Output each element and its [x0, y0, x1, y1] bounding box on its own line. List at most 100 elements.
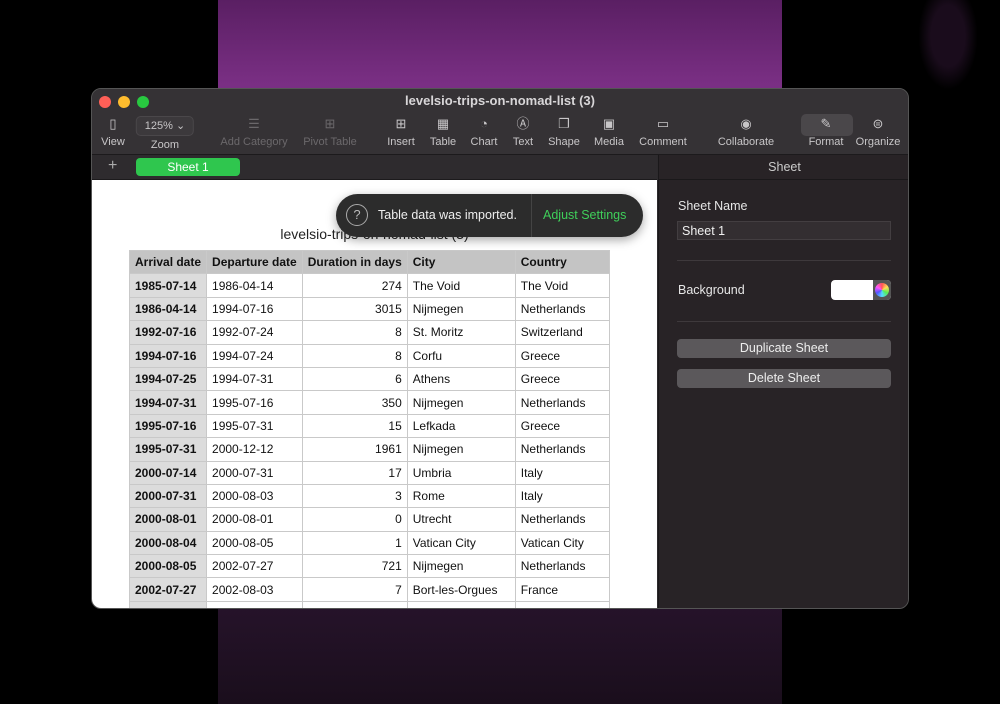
text-button[interactable]: Ⓐ Text [513, 115, 533, 148]
table-cell[interactable]: 2000-08-05 [128, 554, 208, 579]
table-cell[interactable] [406, 600, 516, 608]
table-cell[interactable]: 17 [301, 460, 408, 485]
table-cell[interactable]: Vatican City [514, 530, 610, 556]
table-cell[interactable]: 1994-07-16 [128, 343, 208, 368]
table-cell[interactable]: 2000-07-31 [128, 483, 208, 509]
table-cell[interactable]: Italy [514, 460, 610, 485]
table-cell[interactable]: St. Moritz [406, 320, 516, 345]
column-header[interactable]: Duration in days [301, 249, 408, 275]
table-cell[interactable]: Rome [406, 483, 516, 509]
comment-button[interactable]: ▭ Comment [639, 115, 687, 148]
table-cell[interactable]: 1994-07-31 [206, 366, 303, 392]
format-button[interactable]: ✎ Format [809, 115, 844, 148]
help-icon[interactable]: ? [346, 204, 368, 226]
color-wheel-icon[interactable] [875, 283, 889, 297]
table-cell[interactable]: Bort-les-Orgues [406, 577, 516, 602]
table-cell[interactable]: 1995-07-16 [206, 390, 303, 415]
table-cell[interactable]: 1 [301, 530, 408, 556]
table-cell[interactable]: Umbria [406, 460, 516, 485]
table-cell[interactable]: 2000-08-04 [128, 530, 208, 556]
chart-button[interactable]: ◔ Chart [471, 115, 498, 148]
zoom-button[interactable]: 125% ⌄ Zoom [135, 116, 195, 151]
media-button[interactable]: ▣ Media [594, 115, 624, 148]
table-cell[interactable]: 1961 [301, 437, 408, 462]
table-cell[interactable] [301, 600, 408, 608]
table-cell[interactable]: The Void [514, 273, 610, 298]
table-cell[interactable]: Lefkada [406, 413, 516, 439]
table-cell[interactable]: Switzerland [514, 320, 610, 345]
add-sheet-button[interactable]: + [108, 157, 117, 175]
table-cell[interactable]: 15 [301, 413, 408, 439]
table-cell[interactable]: 2000-08-05 [206, 530, 303, 556]
table-cell[interactable]: Greece [514, 413, 610, 439]
table-cell[interactable]: 2002-07-27 [128, 577, 208, 602]
sheet-name-input[interactable] [677, 221, 891, 240]
table-cell[interactable]: 1992-07-16 [128, 320, 208, 345]
table-cell[interactable]: 1992-07-24 [206, 320, 303, 345]
table-cell[interactable]: Netherlands [514, 296, 610, 322]
table-cell[interactable]: The Void [406, 273, 516, 298]
table-cell[interactable]: 1986-04-14 [206, 273, 303, 298]
table-cell[interactable] [206, 600, 303, 608]
table-cell[interactable]: Greece [514, 366, 610, 392]
table-button[interactable]: ▦ Table [430, 115, 456, 148]
table-cell[interactable]: Corfu [406, 343, 516, 368]
table-cell[interactable]: Netherlands [514, 554, 610, 579]
table-cell[interactable]: 2002-07-27 [206, 554, 303, 579]
table-cell[interactable]: 3015 [301, 296, 408, 322]
table-cell[interactable]: 1995-07-16 [128, 413, 208, 439]
background-color-well[interactable] [831, 280, 891, 300]
table-cell[interactable]: 2000-08-03 [206, 483, 303, 509]
zoom-select[interactable]: 125% ⌄ [135, 116, 195, 136]
duplicate-sheet-button[interactable]: Duplicate Sheet [677, 339, 891, 358]
table-cell[interactable]: 2002-08-03 [206, 577, 303, 602]
table-cell[interactable]: Netherlands [514, 437, 610, 462]
table-cell[interactable]: Netherlands [514, 390, 610, 415]
table-cell[interactable]: 1994-07-31 [128, 390, 208, 415]
table-cell[interactable]: 721 [301, 554, 408, 579]
table-cell[interactable]: 350 [301, 390, 408, 415]
add-category-button[interactable]: ☰ Add Category [220, 115, 287, 148]
table-cell[interactable]: Italy [514, 483, 610, 509]
column-header[interactable]: Arrival date [128, 249, 208, 275]
column-header[interactable]: Departure date [206, 249, 303, 275]
tab-sheet-1[interactable]: Sheet 1 [136, 158, 240, 176]
table-cell[interactable] [514, 600, 610, 608]
collaborate-button[interactable]: ◉ Collaborate [718, 115, 774, 148]
table-cell[interactable]: France [514, 577, 610, 602]
insert-button[interactable]: ⊞ Insert [387, 115, 415, 148]
shape-button[interactable]: ❐ Shape [548, 115, 580, 148]
table-cell[interactable]: 1986-04-14 [128, 296, 208, 322]
table-cell[interactable]: 2000-08-01 [206, 507, 303, 532]
table-cell[interactable]: Netherlands [514, 507, 610, 532]
table-cell[interactable]: 3 [301, 483, 408, 509]
table-cell[interactable]: 1995-07-31 [128, 437, 208, 462]
table-cell[interactable]: 2000-12-12 [206, 437, 303, 462]
table-cell[interactable]: 1995-07-31 [206, 413, 303, 439]
table-cell[interactable]: Greece [514, 343, 610, 368]
adjust-settings-button[interactable]: Adjust Settings [543, 208, 626, 222]
column-header[interactable]: City [406, 249, 516, 275]
table-cell[interactable]: Nijmegen [406, 390, 516, 415]
table-cell[interactable]: Athens [406, 366, 516, 392]
view-button[interactable]: ▯ View [101, 115, 125, 148]
table-cell[interactable]: Nijmegen [406, 296, 516, 322]
table-cell[interactable]: 2000-08-01 [128, 507, 208, 532]
table-cell[interactable]: Utrecht [406, 507, 516, 532]
table-cell[interactable]: 2000-07-14 [128, 460, 208, 485]
table-cell[interactable]: 1994-07-25 [128, 366, 208, 392]
table-cell[interactable]: 0 [301, 507, 408, 532]
table-cell[interactable]: 7 [301, 577, 408, 602]
table-cell[interactable]: 8 [301, 343, 408, 368]
organize-button[interactable]: ⊜ Organize [856, 115, 901, 148]
table-cell[interactable]: 1985-07-14 [128, 273, 208, 298]
table-cell[interactable]: 1994-07-16 [206, 296, 303, 322]
table-cell[interactable] [128, 600, 208, 608]
pivot-table-button[interactable]: ⊞ Pivot Table [303, 115, 357, 148]
table-cell[interactable]: 8 [301, 320, 408, 345]
table-cell[interactable]: 1994-07-24 [206, 343, 303, 368]
table-cell[interactable]: Nijmegen [406, 437, 516, 462]
table-cell[interactable]: 274 [301, 273, 408, 298]
delete-sheet-button[interactable]: Delete Sheet [677, 369, 891, 388]
column-header[interactable]: Country [514, 249, 610, 275]
